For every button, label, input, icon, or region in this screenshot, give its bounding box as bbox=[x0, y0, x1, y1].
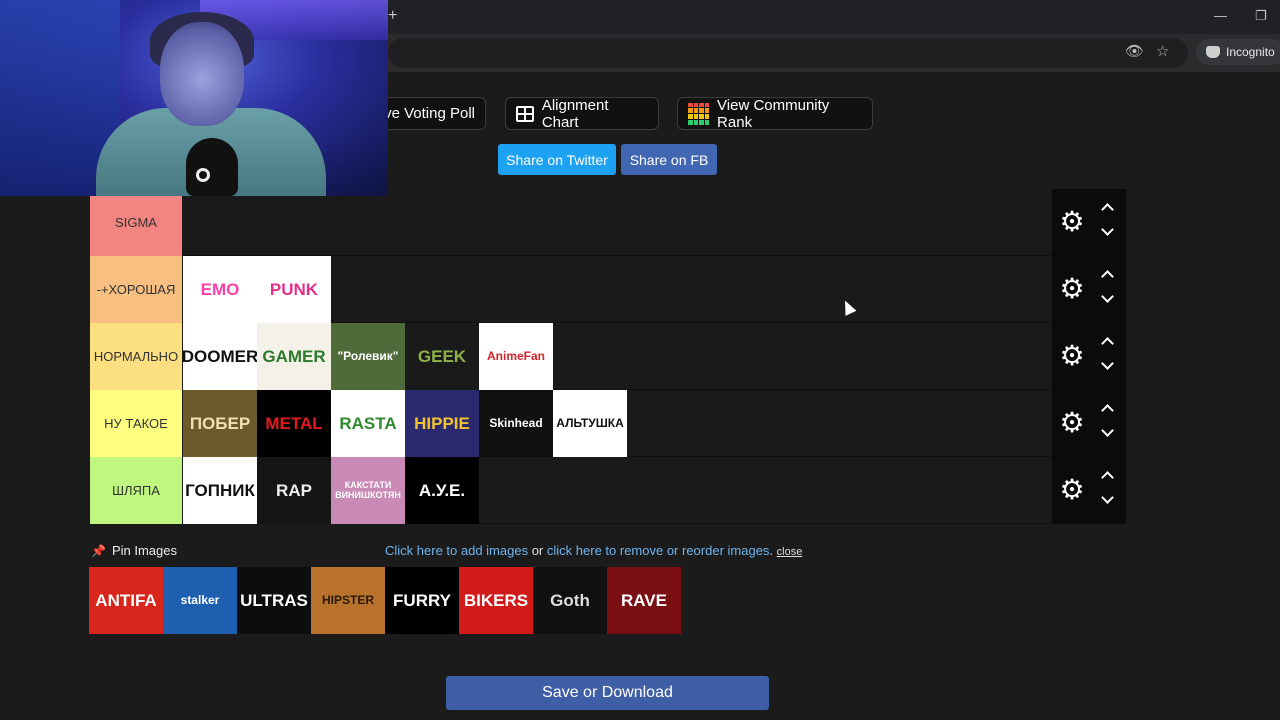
restore-icon[interactable]: ❐ bbox=[1255, 8, 1267, 24]
tier-image-hipster[interactable]: HIPSTER bbox=[311, 567, 385, 634]
tier-items: ГОПНИК RAP КАКСТАТИ ВИНИШКОТЯН А.У.Е. bbox=[183, 457, 479, 524]
community-rank-label: View Community Rank bbox=[717, 96, 830, 131]
chevron-up-icon[interactable] bbox=[1097, 402, 1117, 417]
chevron-down-icon[interactable] bbox=[1097, 424, 1117, 440]
chevron-up-icon[interactable] bbox=[1097, 201, 1117, 216]
tier-row: SIGMA ⚙ bbox=[90, 189, 1126, 256]
add-images-link[interactable]: Click here to add images bbox=[385, 543, 528, 558]
tier-label[interactable]: SIGMA bbox=[90, 189, 182, 256]
chevron-up-icon[interactable] bbox=[1097, 268, 1117, 283]
tier-image-stalker[interactable]: stalker bbox=[163, 567, 237, 634]
star-icon[interactable]: ☆ bbox=[1156, 42, 1169, 60]
tier-image-animefan[interactable]: AnimeFan bbox=[479, 323, 553, 390]
tier-label[interactable]: ШЛЯПА bbox=[90, 457, 182, 524]
pin-images-toggle[interactable]: 📌 Pin Images bbox=[91, 543, 177, 558]
tier-controls: ⚙ bbox=[1052, 457, 1126, 524]
gear-icon[interactable]: ⚙ bbox=[1059, 275, 1085, 303]
tier-row: -+ХОРОШАЯ EMO PUNK ⚙ bbox=[90, 256, 1126, 323]
tier-label[interactable]: НУ ТАКОЕ bbox=[90, 390, 182, 457]
tier-row: НУ ТАКОЕ ПОБЕР METAL RASTA HIPPIE Skinhead АЛЬ… bbox=[90, 390, 1126, 457]
tier-image-ultras[interactable]: ULTRAS bbox=[237, 567, 311, 634]
share-twitter-button[interactable]: Share on Twitter bbox=[498, 144, 616, 175]
tier-row: ШЛЯПА ГОПНИК RAP КАКСТАТИ ВИНИШКОТЯН А.У.Е. ⚙ bbox=[90, 457, 1126, 524]
tier-label[interactable]: -+ХОРОШАЯ bbox=[90, 256, 182, 323]
tier-image-rasta[interactable]: RASTA bbox=[331, 390, 405, 457]
voting-poll-label: ve Voting Poll bbox=[384, 105, 475, 122]
gear-icon[interactable]: ⚙ bbox=[1059, 409, 1085, 437]
tier-controls: ⚙ bbox=[1052, 390, 1126, 457]
tier-image-hippie[interactable]: HIPPIE bbox=[405, 390, 479, 457]
close-link[interactable]: close bbox=[777, 546, 803, 558]
microphone-icon bbox=[186, 138, 238, 196]
tier-image-kakstati[interactable]: КАКСТАТИ ВИНИШКОТЯН bbox=[331, 457, 405, 524]
chevron-up-icon[interactable] bbox=[1097, 469, 1117, 484]
webcam-overlay bbox=[0, 0, 388, 196]
eye-off-icon[interactable]: 👁 bbox=[1125, 42, 1144, 60]
tier-list: SIGMA ⚙ -+ХОРОШАЯ EMO PUNK ⚙ НОРМАЛЬНО DOOMER GA… bbox=[90, 189, 1126, 525]
tier-image-altushka[interactable]: АЛЬТУШКА bbox=[553, 390, 627, 457]
community-rank-button[interactable]: View Community Rank bbox=[677, 96, 873, 131]
chevron-down-icon[interactable] bbox=[1097, 223, 1117, 239]
chevron-up-icon[interactable] bbox=[1097, 335, 1117, 350]
tier-image-antifa[interactable]: ANTIFA bbox=[89, 567, 163, 634]
pin-icon: 📌 bbox=[91, 543, 106, 558]
tier-items: DOOMER GAMER "Ролевик" GEEK AnimeFan bbox=[183, 323, 553, 390]
tier-image-gopnik[interactable]: ГОПНИК bbox=[183, 457, 257, 524]
pin-images-label: Pin Images bbox=[111, 543, 177, 558]
unranked-image-pool: ANTIFA stalker ULTRAS HIPSTER FURRY BIKERS Got… bbox=[89, 567, 681, 634]
tier-row: НОРМАЛЬНО DOOMER GAMER "Ролевик" GEEK AnimeFa… bbox=[90, 323, 1126, 390]
tier-image-gamer[interactable]: GAMER bbox=[257, 323, 331, 390]
gear-icon[interactable]: ⚙ bbox=[1059, 476, 1085, 504]
tier-image-goth[interactable]: Goth bbox=[533, 567, 607, 634]
tier-controls: ⚙ bbox=[1052, 256, 1126, 323]
chevron-down-icon[interactable] bbox=[1097, 491, 1117, 507]
tier-image-rap[interactable]: RAP bbox=[257, 457, 331, 524]
tier-image-skinhead[interactable]: Skinhead bbox=[479, 390, 553, 457]
tier-image-rolevik[interactable]: "Ролевик" bbox=[331, 323, 405, 390]
gear-icon[interactable]: ⚙ bbox=[1059, 208, 1085, 236]
tier-rank-icon bbox=[688, 102, 710, 125]
image-links: Click here to add images or click here t… bbox=[385, 543, 802, 558]
gear-icon[interactable]: ⚙ bbox=[1059, 342, 1085, 370]
tier-image-pober[interactable]: ПОБЕР bbox=[183, 390, 257, 457]
tier-controls: ⚙ bbox=[1052, 189, 1126, 256]
alignment-chart-button[interactable]: Alignment Chart bbox=[505, 96, 659, 131]
remove-images-link[interactable]: click here to remove or reorder images bbox=[547, 543, 770, 558]
period-text: . bbox=[769, 543, 774, 558]
tier-items: ПОБЕР METAL RASTA HIPPIE Skinhead АЛЬТУШКА bbox=[183, 390, 627, 457]
tier-image-bikers[interactable]: BIKERS bbox=[459, 567, 533, 634]
tier-image-punk[interactable]: PUNK bbox=[257, 256, 331, 323]
share-fb-button[interactable]: Share on FB bbox=[621, 144, 717, 175]
or-text: or bbox=[531, 543, 544, 558]
tier-controls: ⚙ bbox=[1052, 323, 1126, 390]
chevron-down-icon[interactable] bbox=[1097, 357, 1117, 373]
tier-image-doomer[interactable]: DOOMER bbox=[183, 323, 257, 390]
alignment-chart-label: Alignment Chart bbox=[541, 96, 609, 131]
tier-image-aye[interactable]: А.У.Е. bbox=[405, 457, 479, 524]
new-tab-button[interactable]: + bbox=[388, 7, 397, 25]
tier-image-emo[interactable]: EMO bbox=[183, 256, 257, 323]
grid-icon bbox=[516, 105, 534, 122]
incognito-icon bbox=[1206, 46, 1220, 58]
url-input[interactable] bbox=[388, 38, 1188, 68]
save-download-button[interactable]: Save or Download bbox=[446, 676, 769, 710]
tier-items: EMO PUNK bbox=[183, 256, 331, 323]
tier-image-geek[interactable]: GEEK bbox=[405, 323, 479, 390]
incognito-badge[interactable]: Incognito bbox=[1196, 39, 1280, 65]
tier-image-furry[interactable]: FURRY bbox=[385, 567, 459, 634]
chevron-down-icon[interactable] bbox=[1097, 290, 1117, 306]
tier-image-metal[interactable]: METAL bbox=[257, 390, 331, 457]
tier-label[interactable]: НОРМАЛЬНО bbox=[90, 323, 182, 390]
tier-image-rave[interactable]: RAVE bbox=[607, 567, 681, 634]
minimize-icon[interactable]: — bbox=[1214, 8, 1227, 23]
incognito-label: Incognito bbox=[1226, 45, 1275, 59]
